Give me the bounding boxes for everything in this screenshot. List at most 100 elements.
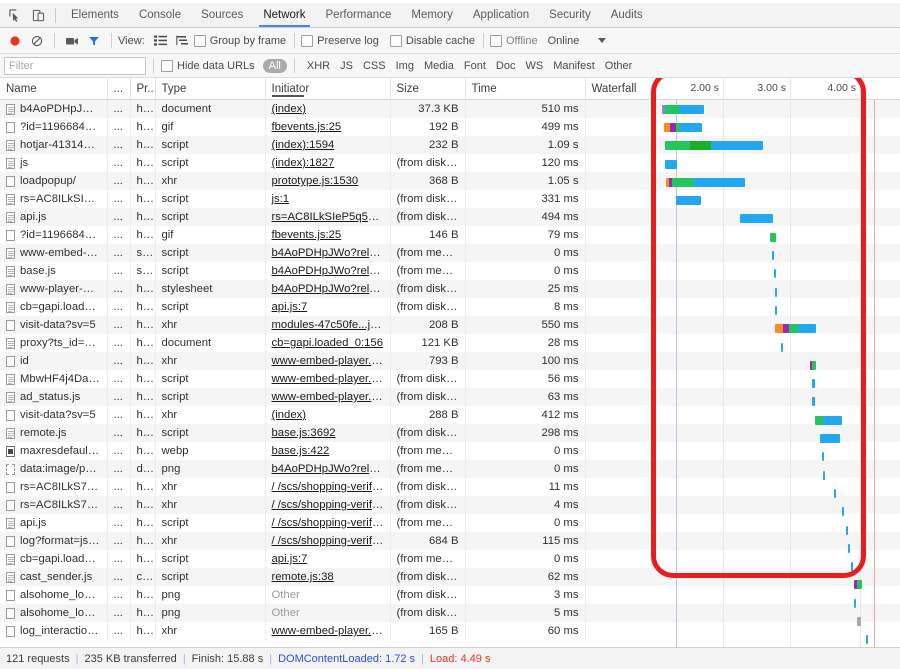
initiator-link[interactable]: fbevents.js:25 [272, 121, 342, 133]
column-header-protocol[interactable]: Pr... [130, 78, 156, 100]
chevron-down-icon[interactable] [598, 38, 607, 43]
initiator-link[interactable]: modules-47c50fe...js:9 [272, 319, 386, 331]
initiator-link[interactable]: fbevents.js:25 [272, 229, 342, 241]
initiator-link[interactable]: b4AoPDHpJWo?rel=0... [272, 247, 390, 259]
table-row[interactable]: www-embed-pla......sp...script b4AoPDHpJW… [0, 244, 900, 262]
cell-name[interactable]: rs=AC8ILkS7zxF... [0, 496, 108, 514]
tab-audits[interactable]: Audits [601, 3, 653, 27]
cell-name[interactable]: ad_status.js [0, 388, 108, 406]
initiator-link[interactable]: / /scs/shopping-verifi... [272, 535, 384, 547]
cell-initiator[interactable]: b4AoPDHpJWo?rel=0... [265, 460, 391, 478]
funnel-filter-icon[interactable] [83, 30, 105, 51]
initiator-link[interactable]: b4AoPDHpJWo?rel=0... [272, 463, 390, 475]
initiator-link[interactable]: / /scs/shopping-verifi... [272, 481, 384, 493]
column-header-size[interactable]: Size [390, 78, 466, 100]
table-row[interactable]: api.js... h2 script rs=AC8ILkSIeP5q5AZO...(… [0, 208, 900, 226]
cell-name[interactable]: proxy?ts_id=650... [0, 334, 108, 352]
camera-icon[interactable] [61, 30, 83, 51]
waterfall-view-icon[interactable] [172, 30, 194, 51]
cell-initiator[interactable]: cb=gapi.loaded_0:156 [265, 334, 391, 352]
cell-name[interactable]: rs=AC8ILkSIeP5... [0, 190, 108, 208]
table-row[interactable]: visit-data?sv=5... h2 xhr (index) 288 B 412 m… [0, 406, 900, 424]
initiator-link[interactable]: www-embed-player.js:... [272, 355, 390, 367]
filter-type-manifest[interactable]: Manifest [548, 59, 600, 73]
cell-initiator[interactable]: www-embed-player.js:... [265, 388, 391, 406]
cell-initiator[interactable]: www-embed-player.js:... [265, 352, 391, 370]
table-row[interactable]: id...htt...xhr www-embed-player.js:...793… [0, 352, 900, 370]
table-row[interactable]: base.js...sp...script b4AoPDHpJWo?rel=0..… [0, 262, 900, 280]
cell-name[interactable]: cb=gapi.loaded_0 [0, 298, 108, 316]
filter-type-font[interactable]: Font [459, 59, 491, 73]
table-row[interactable]: visit-data?sv=5... h2 xhr modules-47c50fe..… [0, 316, 900, 334]
table-row[interactable]: api.js... h2 script / /scs/shopping-verifi.… [0, 514, 900, 532]
cell-name[interactable]: b4AoPDHpJWo?... [0, 99, 108, 118]
table-row[interactable]: MbwHF4j4DalS5......htt...script www-embed… [0, 370, 900, 388]
cell-name[interactable]: log?format=json [0, 532, 108, 550]
checkbox-box[interactable] [301, 34, 314, 47]
clear-no-entry-icon[interactable] [26, 30, 48, 51]
cell-name[interactable]: visit-data?sv=5 [0, 406, 108, 424]
initiator-link[interactable]: base.js:422 [272, 445, 330, 457]
column-header-status[interactable]: ... [107, 78, 131, 100]
filter-type-doc[interactable]: Doc [491, 59, 521, 73]
table-row[interactable]: alsohome_logo_......h2png Other (from disk… [0, 604, 900, 622]
cell-initiator[interactable]: fbevents.js:25 [265, 118, 391, 136]
table-row[interactable]: b4AoPDHpJWo?......htt...document (index) 3… [0, 99, 900, 118]
initiator-link[interactable]: (index):1827 [272, 157, 335, 169]
table-row[interactable]: loadpopup/... h2 xhr prototype.js:1530 368 B… [0, 172, 900, 190]
filter-type-xhr[interactable]: XHR [302, 59, 335, 73]
filter-type-media[interactable]: Media [419, 59, 459, 73]
initiator-link[interactable]: (index) [272, 409, 307, 421]
table-row[interactable]: ?id=1196684293......h2gif fbevents.js:25 1… [0, 118, 900, 136]
list-view-icon[interactable] [150, 30, 172, 51]
request-table-container[interactable]: Name ... Pr... Type Initiator Size Time … [0, 78, 900, 647]
cell-initiator[interactable]: base.js:3692 [265, 424, 391, 442]
column-header-initiator[interactable]: Initiator [265, 78, 391, 100]
cell-name[interactable]: ?id=1196684293... [0, 118, 108, 136]
cell-initiator[interactable]: remote.js:38 [265, 568, 391, 586]
tab-performance[interactable]: Performance [316, 3, 402, 27]
table-row[interactable]: log_interaction?......htt...xhr www-embed… [0, 622, 900, 640]
initiator-link[interactable]: cb=gapi.loaded_0:156 [272, 337, 384, 349]
cell-initiator[interactable]: base.js:422 [265, 442, 391, 460]
checkbox-box[interactable] [389, 34, 402, 47]
cell-initiator[interactable]: api.js:7 [265, 298, 391, 316]
cell-initiator[interactable]: (index) [265, 406, 391, 424]
cell-name[interactable]: MbwHF4j4DalS5... [0, 370, 108, 388]
initiator-link[interactable]: prototype.js:1530 [272, 175, 359, 187]
table-row[interactable]: rs=AC8ILkS7zxF......htt...xhr / /scs/shop… [0, 478, 900, 496]
cell-name[interactable]: cb=gapi.loaded_0 [0, 550, 108, 568]
cell-name[interactable]: ?id=1196684293... [0, 226, 108, 244]
table-row[interactable]: data:image/png;......datapng b4AoPDHpJWo?… [0, 460, 900, 478]
tab-console[interactable]: Console [129, 3, 191, 27]
tab-network[interactable]: Network [253, 3, 315, 27]
initiator-link[interactable]: www-embed-player.js:... [272, 373, 390, 385]
tab-security[interactable]: Security [539, 3, 601, 27]
cell-name[interactable]: rs=AC8ILkS7zxF... [0, 478, 108, 496]
cell-initiator[interactable]: api.js:7 [265, 550, 391, 568]
table-row[interactable]: rs=AC8ILkSIeP5......htt...script js:1 (fro… [0, 190, 900, 208]
cell-initiator[interactable]: prototype.js:1530 [265, 172, 391, 190]
initiator-link[interactable]: (index):1594 [272, 139, 335, 151]
cell-initiator[interactable]: (index) [265, 99, 391, 118]
checkbox-box[interactable] [489, 34, 502, 47]
cell-name[interactable]: id [0, 352, 108, 370]
cell-name[interactable]: base.js [0, 262, 108, 280]
table-row[interactable]: ?id=1196684293......h2gif fbevents.js:25 1… [0, 226, 900, 244]
group-by-frame-checkbox[interactable]: Group by frame [193, 34, 286, 47]
search-input[interactable] [4, 56, 146, 75]
cell-initiator[interactable]: / /scs/shopping-verifi... [265, 478, 391, 496]
cell-name[interactable]: js [0, 154, 108, 172]
cell-name[interactable]: remote.js [0, 424, 108, 442]
tab-elements[interactable]: Elements [61, 3, 129, 27]
initiator-link[interactable]: base.js:3692 [272, 427, 336, 439]
filter-type-other[interactable]: Other [600, 59, 638, 73]
online-throttling-label[interactable]: Online [548, 35, 580, 47]
column-header-time[interactable]: Time [465, 78, 586, 100]
initiator-link[interactable]: www-embed-player.js:... [272, 625, 390, 637]
initiator-link[interactable]: / /scs/shopping-verifi... [272, 517, 384, 529]
initiator-link[interactable]: (index) [272, 103, 307, 115]
cell-initiator[interactable]: / /scs/shopping-verifi... [265, 514, 391, 532]
cell-name[interactable]: cast_sender.js [0, 568, 108, 586]
filter-type-css[interactable]: CSS [358, 59, 391, 73]
